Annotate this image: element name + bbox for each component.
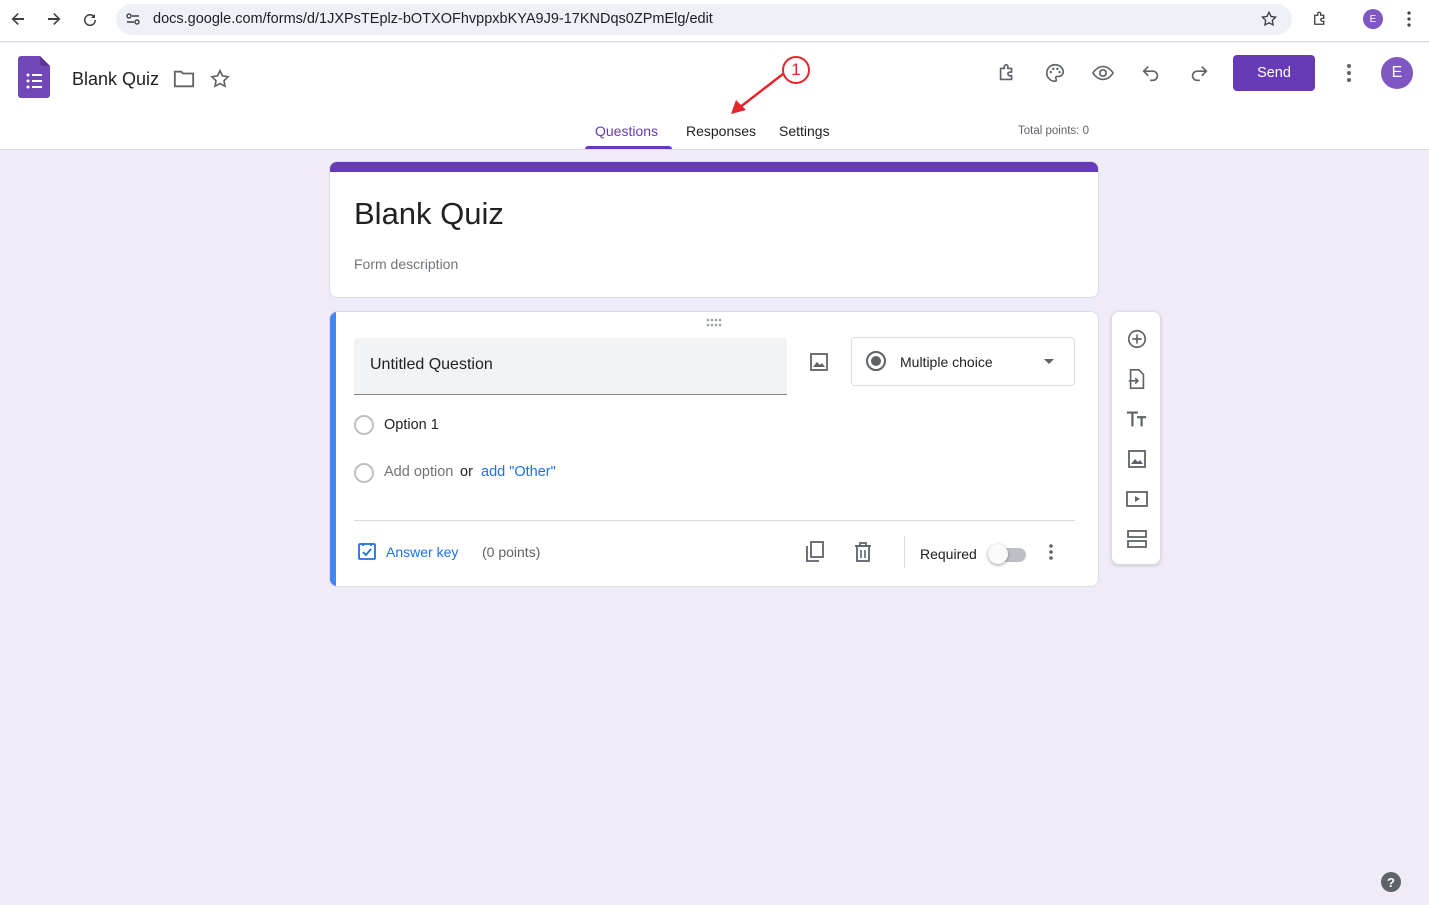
back-arrow-icon[interactable] xyxy=(7,8,29,30)
bookmark-star-icon[interactable] xyxy=(1258,8,1280,30)
tab-questions[interactable]: Questions xyxy=(595,123,658,139)
question-footer-divider xyxy=(354,520,1075,521)
total-points: Total points: 0 xyxy=(1018,125,1089,137)
chrome-menu-icon[interactable] xyxy=(1398,8,1420,30)
floating-toolbar xyxy=(1111,311,1161,565)
footer-vertical-divider xyxy=(904,536,905,568)
site-info-icon[interactable] xyxy=(122,8,144,30)
duplicate-icon[interactable] xyxy=(803,540,827,564)
option-1-text[interactable]: Option 1 xyxy=(384,417,439,433)
forms-header: Blank Quiz Send E Questions Responses Se… xyxy=(0,43,1429,150)
required-toggle[interactable] xyxy=(988,544,1008,564)
add-option-link[interactable]: Add option xyxy=(384,464,453,480)
add-image-toolbar-icon[interactable] xyxy=(1125,447,1149,471)
chrome-profile-avatar[interactable]: E xyxy=(1363,9,1383,29)
tab-responses[interactable]: Responses xyxy=(686,123,756,139)
or-text: or xyxy=(460,464,473,480)
option-radio-icon xyxy=(354,415,374,435)
url-text: docs.google.com/forms/d/1JXPsTEplz-bOTXO… xyxy=(153,11,713,27)
import-questions-icon[interactable] xyxy=(1125,367,1149,391)
form-title-card[interactable]: Blank Quiz Form description xyxy=(329,161,1099,298)
browser-toolbar: docs.google.com/forms/d/1JXPsTEplz-bOTXO… xyxy=(0,0,1429,42)
answer-key-checkbox-icon[interactable] xyxy=(357,541,377,561)
dropdown-caret-icon xyxy=(1044,359,1054,364)
add-section-icon[interactable] xyxy=(1125,527,1149,551)
forms-logo-icon[interactable] xyxy=(18,56,50,98)
question-title-text: Untitled Question xyxy=(370,356,493,373)
extensions-icon[interactable] xyxy=(1309,8,1331,30)
annotation-step-badge: 1 xyxy=(782,56,810,84)
add-video-icon[interactable] xyxy=(1125,487,1149,511)
question-type-label: Multiple choice xyxy=(900,354,993,370)
addons-puzzle-icon[interactable] xyxy=(994,60,1020,86)
answer-key-link[interactable]: Answer key xyxy=(386,544,458,560)
star-icon[interactable] xyxy=(207,66,233,92)
forward-arrow-icon[interactable] xyxy=(43,8,65,30)
send-button[interactable]: Send xyxy=(1233,55,1315,91)
delete-trash-icon[interactable] xyxy=(851,540,875,564)
more-options-icon[interactable] xyxy=(1336,60,1362,86)
help-icon[interactable]: ? xyxy=(1381,872,1401,892)
tab-settings[interactable]: Settings xyxy=(779,123,830,139)
add-image-icon[interactable] xyxy=(807,350,831,374)
question-title-input[interactable]: Untitled Question xyxy=(354,338,787,395)
drag-handle-icon[interactable] xyxy=(706,318,722,331)
active-tab-indicator xyxy=(585,146,672,149)
question-points: (0 points) xyxy=(482,544,541,560)
redo-icon[interactable] xyxy=(1186,60,1212,86)
question-focus-bar xyxy=(330,312,336,586)
add-question-icon[interactable] xyxy=(1125,327,1149,351)
preview-eye-icon[interactable] xyxy=(1090,60,1116,86)
question-type-dropdown[interactable]: Multiple choice xyxy=(851,337,1075,386)
add-other-link[interactable]: add "Other" xyxy=(481,464,556,480)
radio-button-icon xyxy=(866,351,886,371)
undo-icon[interactable] xyxy=(1138,60,1164,86)
folder-icon[interactable] xyxy=(171,66,197,92)
form-description[interactable]: Form description xyxy=(354,256,458,272)
document-title[interactable]: Blank Quiz xyxy=(72,69,159,90)
question-card[interactable]: Untitled Question Multiple choice Option… xyxy=(329,311,1099,587)
palette-icon[interactable] xyxy=(1042,60,1068,86)
user-avatar[interactable]: E xyxy=(1381,57,1413,89)
reload-icon[interactable] xyxy=(79,8,101,30)
title-card-accent xyxy=(330,162,1098,172)
required-label: Required xyxy=(920,546,977,562)
add-option-radio-icon xyxy=(354,463,374,483)
question-more-icon[interactable] xyxy=(1039,540,1063,564)
add-title-text-icon[interactable] xyxy=(1125,407,1149,431)
form-title[interactable]: Blank Quiz xyxy=(354,196,504,232)
